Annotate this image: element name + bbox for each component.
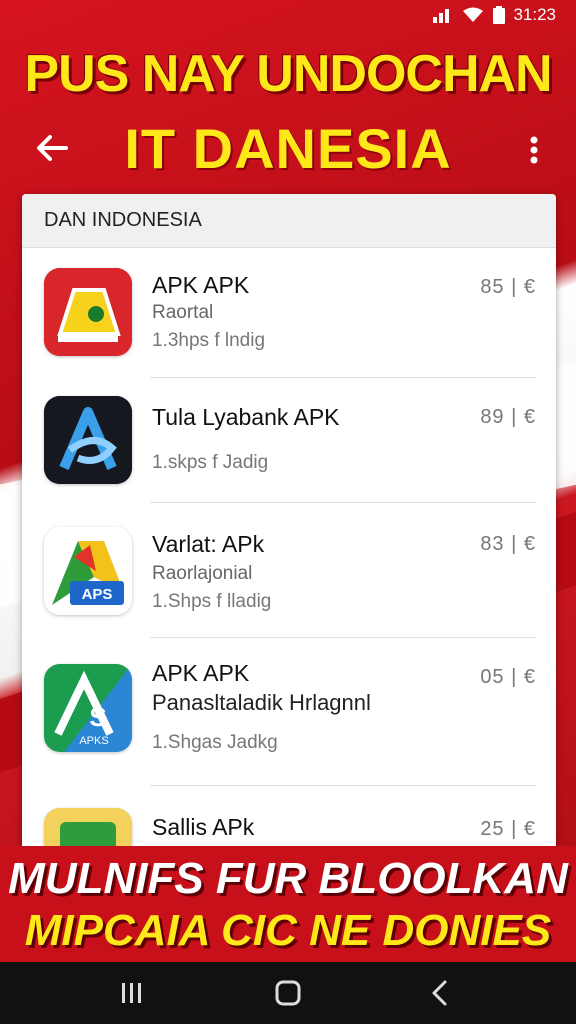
app-meta: 1.3hps f lndig (152, 330, 266, 351)
app-name: Tula Lyabank APK (152, 404, 340, 430)
app-name: Sallis APk (152, 814, 255, 840)
app-price: 05 | € (480, 666, 536, 688)
status-bar: 31:23 (0, 0, 576, 30)
app-meta: 1.Shps f lladig (152, 591, 272, 612)
system-nav-bar (0, 962, 576, 1024)
app-price: 83 | € (480, 533, 536, 555)
app-list-card: DAN INDONESIA APK APK Raortal 1.3hps f l… (22, 194, 556, 854)
banner-line-1: MULNIFS FUR BLOOLKAN (8, 854, 568, 903)
home-icon[interactable] (273, 978, 303, 1008)
app-meta: 1.Shgas Jadkg (152, 732, 278, 753)
page-title: IT DANESIA (124, 117, 452, 180)
recents-icon[interactable] (117, 978, 147, 1008)
status-time: 31:23 (513, 5, 556, 24)
svg-text:S: S (89, 702, 106, 732)
more-vert-icon[interactable] (522, 130, 546, 170)
app-subtitle: Panasltaladik Hrlagnnl (152, 690, 371, 715)
list-header: DAN INDONESIA (22, 194, 556, 248)
app-price: 89 | € (480, 406, 536, 428)
app-bar: IT DANESIA (0, 108, 576, 190)
svg-text:APKS: APKS (79, 735, 108, 747)
app-name: Varlat: APk (152, 531, 265, 557)
bottom-banner: MULNIFS FUR BLOOLKAN MIPCAIA CIC NE DONI… (0, 846, 576, 962)
list-item[interactable]: APK APK Raortal 1.3hps f lndig 85 | € (22, 248, 556, 378)
app-subtitle: Raorlajonial (152, 563, 253, 584)
app-meta: 1.skps f Jadig (152, 452, 269, 473)
apks-green-app-icon: S APKS (44, 664, 132, 752)
back-nav-icon[interactable] (425, 978, 455, 1008)
app-subtitle: Raortal (152, 302, 214, 323)
battery-icon (493, 6, 506, 24)
list-item[interactable]: S APKS APK APK Panasltaladik Hrlagnnl 1.… (22, 638, 556, 786)
blue-a-app-icon (44, 396, 132, 484)
list-item[interactable]: Tula Lyabank APK 1.skps f Jadig 89 | € (22, 378, 556, 503)
svg-text:APS: APS (82, 586, 113, 603)
yellow-folder-app-icon (44, 268, 132, 356)
headline-top: PUS NAY UNDOCHAN (24, 45, 552, 103)
app-price: 25 | € (480, 818, 536, 840)
signal-icon (433, 7, 453, 23)
app-name: APK APK (152, 660, 250, 686)
wifi-icon (461, 6, 485, 24)
list-item[interactable]: Sallis APk 25 | € (22, 786, 556, 854)
app-name: APK APK (152, 272, 250, 298)
banner-line-2: MIPCAIA CIC NE DONIES (24, 906, 552, 955)
list-item[interactable]: APS Varlat: APk Raorlajonial 1.Shps f ll… (22, 503, 556, 638)
app-price: 85 | € (480, 276, 536, 298)
aps-triangle-app-icon: APS (44, 527, 132, 615)
